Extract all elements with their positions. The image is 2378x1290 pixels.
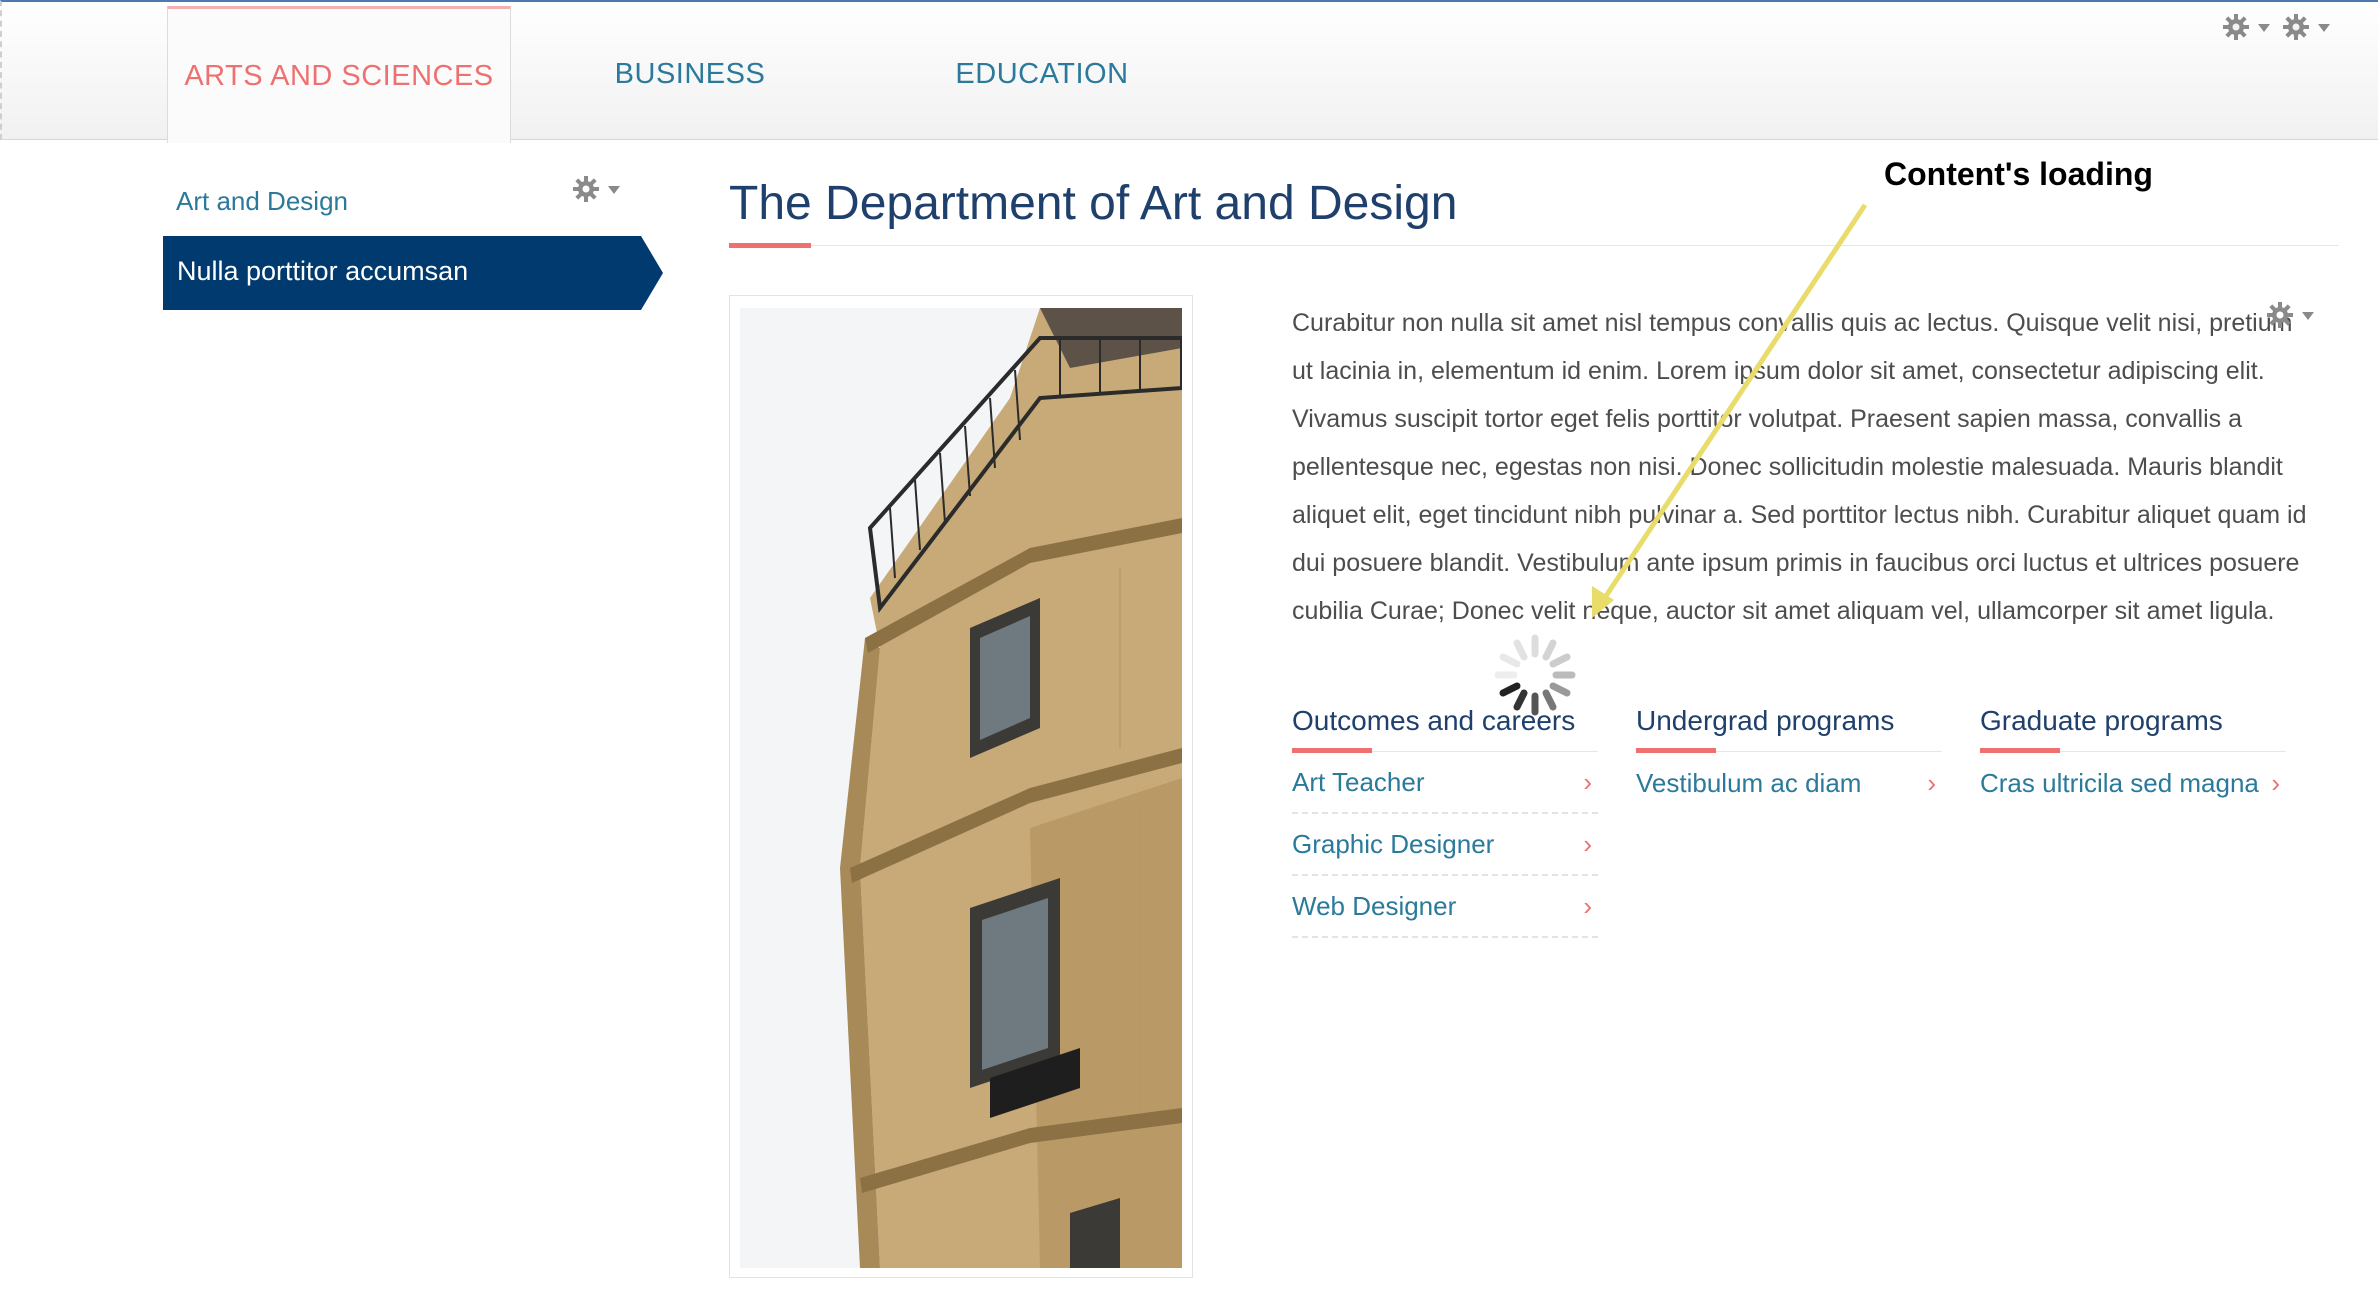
annotation-arrow-icon bbox=[1592, 203, 1868, 618]
